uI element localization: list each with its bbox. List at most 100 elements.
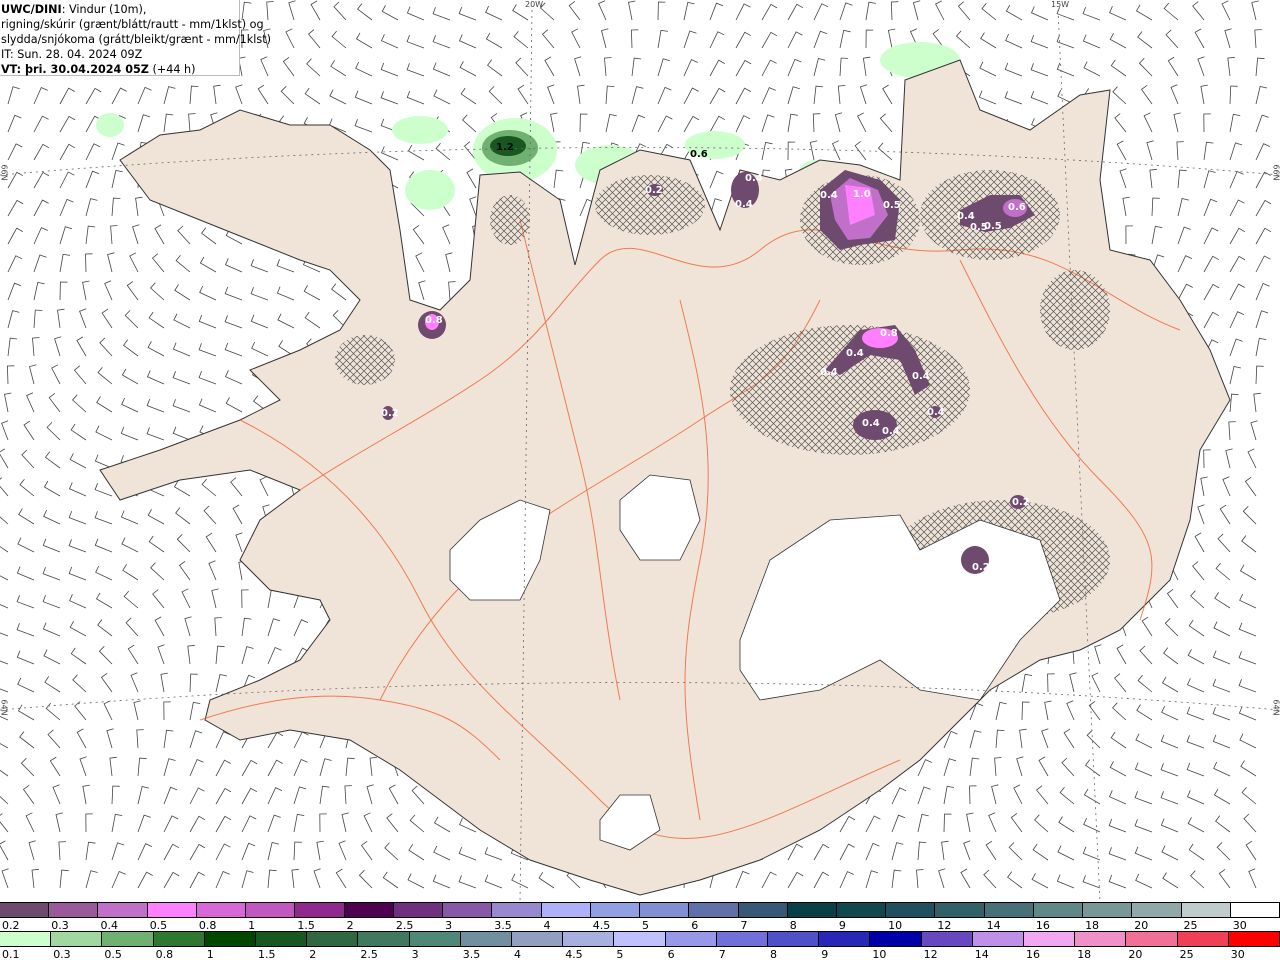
legend-swatch [563, 932, 615, 946]
legend-swatch [935, 903, 985, 917]
legend-swatch [1228, 932, 1280, 946]
contour-label: 0.4 [912, 371, 930, 382]
legend-label: 0.3 [53, 948, 71, 961]
contour-label: 0.2 [381, 408, 399, 419]
lon-label-15w: 15W [1051, 0, 1070, 9]
legend-swatch [443, 903, 493, 917]
contour-label: 0.8 [425, 315, 443, 326]
legend-swatch [972, 932, 1025, 946]
legend-swatch [246, 903, 296, 917]
legend-label: 3.5 [462, 948, 481, 961]
legend-swatch [886, 903, 936, 917]
issue-time: IT: Sun. 28. 04. 2024 09Z [1, 48, 143, 61]
legend-swatch [768, 932, 820, 946]
contour-label: 0.4 [882, 426, 900, 437]
legend-label: 2 [309, 948, 317, 961]
lon-label-20w: 20W [525, 0, 544, 9]
contour-label: 0.6 [1008, 202, 1026, 213]
contour-label: 0.4 [735, 199, 753, 210]
legend-label: 7 [718, 948, 726, 961]
legend-label: 0.8 [155, 948, 174, 961]
legend-swatch [102, 932, 154, 946]
contour-label: 0.4 [957, 211, 975, 222]
contour-label: 0.5 [984, 221, 1002, 232]
legend-label: 16 [1026, 948, 1040, 961]
legend-swatch [787, 903, 837, 917]
legend-swatch [590, 903, 641, 917]
legend-swatch [738, 903, 788, 917]
legend-swatch [196, 903, 247, 917]
legend-label: 9 [821, 948, 829, 961]
legend-label: 4.5 [565, 948, 583, 961]
snow-legend: 0.2 0.3 0.4 0.5 0.8 1 1.5 2 2.5 3 3.5 4 4.5 5 6 7 8 9 10 12… [0, 902, 1280, 934]
lat-label-66n-left: 66N [0, 164, 9, 181]
legend-swatch [689, 903, 739, 917]
contour-label: 0.4 [820, 190, 838, 201]
legend-swatch [0, 932, 52, 946]
legend-label: 6 [667, 948, 675, 961]
legend-label: 25 [1179, 948, 1194, 961]
legend-label: 5 [616, 948, 624, 961]
contour-label: 1.2 [496, 142, 514, 153]
contour-label: 0.8 [880, 328, 898, 339]
legend-swatch [1126, 932, 1178, 946]
map-title: UWC/DINI: Vindur (10m), rigning/skúrir (… [0, 0, 271, 76]
title-line1: : Vindur (10m), [61, 3, 147, 16]
legend-label: 12 [923, 948, 938, 961]
legend-swatch [153, 932, 205, 946]
legend-label: 3 [411, 948, 419, 961]
legend-swatch [640, 903, 690, 917]
contour-label: 0.4 [820, 367, 838, 378]
legend-swatch [1024, 932, 1076, 946]
contour-label: 0.6 [690, 149, 708, 160]
legend-swatch [492, 903, 542, 917]
rain-legend: 0.1 0.3 0.5 0.8 1 1.5 2 2.5 3 3.5 4 4.5 5 6 7 8 9 10 12 14 1… [0, 931, 1280, 963]
title-line3: slydda/snjókoma (grátt/bleikt/grænt - mm… [1, 33, 271, 46]
legend-swatch [1132, 903, 1182, 917]
legend-swatch [1177, 932, 1229, 946]
contour-label: 0.4 [927, 407, 945, 418]
legend-swatch [98, 903, 148, 917]
legend-swatch [984, 903, 1034, 917]
legend-swatch [614, 932, 666, 946]
contour-label: 0.4 [745, 173, 763, 184]
legend-label: 1 [206, 948, 214, 961]
legend-swatch [1033, 903, 1084, 917]
legend-swatch [344, 903, 394, 917]
legend-swatch [256, 932, 308, 946]
legend-swatch [51, 932, 103, 946]
legend-swatch [204, 932, 257, 946]
legend-swatch [409, 932, 461, 946]
legend-label: 0.1 [2, 948, 20, 961]
legend-label: 20 [1128, 948, 1143, 961]
model-name: UWC/DINI [1, 3, 62, 16]
legend-swatch [665, 932, 717, 946]
legend-swatch [393, 903, 444, 917]
contour-label: 0.2 [972, 562, 990, 573]
legend-swatch [358, 932, 410, 946]
contour-label: 1.0 [853, 189, 871, 200]
legend-swatch [716, 932, 769, 946]
legend-label: 2.5 [360, 948, 378, 961]
legend-swatch [1181, 903, 1231, 917]
legend-label: 8 [770, 948, 777, 961]
legend-swatch [0, 903, 50, 917]
legend-swatch [836, 903, 887, 917]
legend-swatch [1083, 903, 1133, 917]
legend-label: 1.5 [258, 948, 276, 961]
legend-swatch [147, 903, 197, 917]
legend-swatch [49, 903, 99, 917]
contour-label: 0.2 [645, 185, 663, 196]
contour-label: 0.4 [862, 418, 880, 429]
lead-time: (+44 h) [148, 63, 196, 76]
lat-label-64n-left: 64N [0, 699, 9, 716]
legend-label: 18 [1077, 948, 1092, 961]
contour-label: 0.5 [883, 200, 901, 211]
contour-label: 0.2 [1012, 497, 1030, 508]
legend-swatch [460, 932, 513, 946]
legend-swatch [1230, 903, 1280, 917]
lat-label-66n-right: 66N [1271, 164, 1280, 181]
legend-swatch [819, 932, 871, 946]
contour-label: 0.4 [846, 348, 864, 359]
legend-swatch [541, 903, 591, 917]
